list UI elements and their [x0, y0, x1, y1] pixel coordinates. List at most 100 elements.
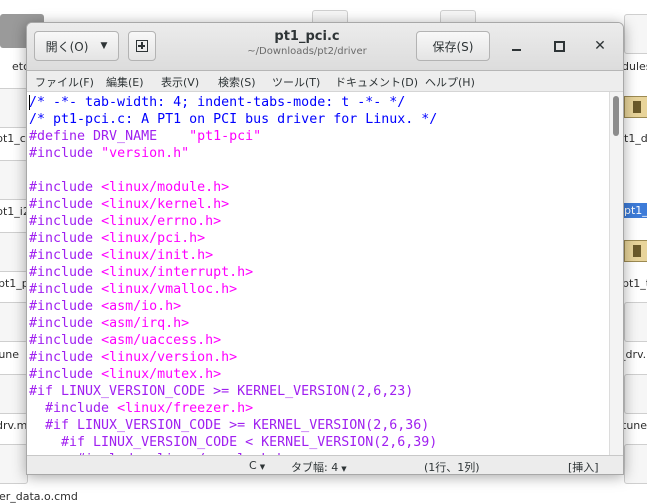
code-line[interactable]: #include <linux/mutex.h>: [29, 366, 221, 383]
maximize-icon: [553, 40, 565, 52]
cursor-position: (1行、1列): [424, 461, 480, 474]
file-label: ner_data.o.cmd: [0, 490, 78, 503]
code-token: <linux/version.h>: [101, 350, 238, 365]
code-line[interactable]: #include <linux/kernel.h>: [29, 196, 229, 213]
code-token: <linux/pci.h>: [101, 231, 206, 246]
language-selector[interactable]: C ▼: [249, 459, 265, 472]
code-token: #include: [29, 282, 102, 297]
code-line[interactable]: #if LINUX_VERSION_CODE < KERNEL_VERSION(…: [29, 434, 437, 451]
code-token: #include: [29, 350, 102, 365]
selected-file-label[interactable]: pt1_p: [620, 203, 647, 218]
code-token: <linux/vmalloc.h>: [101, 282, 238, 297]
file-label: pt1_p: [0, 277, 29, 290]
new-document-icon: [136, 40, 148, 52]
open-button[interactable]: 開く(O) ▼: [34, 31, 119, 61]
language-label: C: [249, 459, 257, 472]
file-icon[interactable]: [624, 374, 647, 414]
code-line[interactable]: #include <linux/freezer.h>: [29, 400, 253, 417]
code-token: <linux/freezer.h>: [117, 401, 254, 416]
menu-search[interactable]: 検索(S): [218, 74, 256, 90]
code-line[interactable]: /* -*- tab-width: 4; indent-tabs-mode: t…: [29, 94, 405, 111]
file-icon[interactable]: [0, 160, 28, 200]
menu-help[interactable]: ヘルプ(H): [425, 74, 475, 90]
code-token: <linux/module.h>: [101, 180, 230, 195]
file-label: dules: [622, 60, 647, 73]
code-token: /* pt1-pci.c: A PT1 on PCI bus driver fo…: [29, 112, 438, 127]
save-button[interactable]: 保存(S): [416, 31, 490, 61]
code-token: #include: [29, 333, 102, 348]
code-token: #include: [29, 401, 118, 416]
file-label: tune: [0, 348, 20, 361]
code-token: <asm/irq.h>: [101, 316, 190, 331]
code-token: #define DRV_NAME: [29, 129, 190, 144]
text-editor-area[interactable]: /* -*- tab-width: 4; indent-tabs-mode: t…: [27, 92, 609, 455]
code-token: <linux/mutex.h>: [101, 367, 222, 382]
chevron-down-icon: ▼: [259, 463, 266, 471]
file-label: tune: [622, 419, 647, 432]
code-line[interactable]: #include <asm/io.h>: [29, 298, 181, 315]
chevron-down-icon: ▼: [100, 41, 108, 51]
file-icon[interactable]: [0, 444, 28, 484]
code-line[interactable]: #if LINUX_VERSION_CODE >= KERNEL_VERSION…: [29, 383, 413, 400]
code-line[interactable]: #include <linux/module.h>: [29, 179, 229, 196]
code-line[interactable]: #include <linux/version.h>: [29, 349, 237, 366]
code-token: #include: [29, 265, 102, 280]
code-line[interactable]: #include <linux/init.h>: [29, 247, 213, 264]
window-title: pt1_pci.c: [274, 29, 340, 44]
minimize-button[interactable]: [505, 35, 527, 57]
code-token: "pt1-pci": [189, 129, 262, 144]
file-label: _drv.l: [620, 348, 647, 361]
code-token: #include: [29, 214, 102, 229]
save-button-label: 保存(S): [432, 39, 474, 54]
code-token: <asm/io.h>: [101, 299, 182, 314]
file-icon[interactable]: [624, 302, 647, 342]
menu-view[interactable]: 表示(V): [161, 74, 199, 90]
code-token: <linux/interrupt.h>: [101, 265, 254, 280]
tab-width-selector[interactable]: タブ幅: 4 ▼: [291, 459, 347, 474]
file-label: pt1_tu: [622, 277, 647, 290]
file-label: drv.m: [0, 419, 28, 432]
code-line[interactable]: #include <linux/errno.h>: [29, 213, 221, 230]
file-label: t1_d: [624, 132, 647, 145]
code-line[interactable]: #include <asm/uaccess.h>: [29, 332, 221, 349]
code-line[interactable]: #include <asm/irq.h>: [29, 315, 189, 332]
code-line[interactable]: /* pt1-pci.c: A PT1 on PCI bus driver fo…: [29, 111, 437, 128]
menu-tools[interactable]: ツール(T): [272, 74, 320, 90]
code-token: #include: [29, 146, 102, 161]
new-tab-button[interactable]: [128, 31, 156, 61]
file-icon[interactable]: [0, 232, 28, 272]
code-token: #if LINUX_VERSION_CODE >= KERNEL_VERSION…: [29, 418, 430, 433]
code-line[interactable]: #include <linux/pci.h>: [29, 230, 205, 247]
code-token: <linux/kernel.h>: [101, 197, 230, 212]
image-thumbnail-icon[interactable]: [624, 240, 647, 262]
code-line[interactable]: #include <linux/interrupt.h>: [29, 264, 253, 281]
insert-mode-indicator: [挿入]: [568, 461, 599, 474]
code-token: #include: [29, 231, 102, 246]
code-token: #include: [29, 316, 102, 331]
file-icon[interactable]: [0, 374, 28, 414]
code-token: <linux/init.h>: [101, 248, 214, 263]
file-icon[interactable]: [624, 14, 647, 54]
code-line[interactable]: #define DRV_NAME "pt1-pci": [29, 128, 261, 145]
window-subtitle: ~/Downloads/pt2/driver: [247, 46, 367, 57]
code-line[interactable]: #include <linux/vmalloc.h>: [29, 281, 237, 298]
editor-window: 開く(O) ▼ pt1_pci.c ~/Downloads/pt2/driver…: [26, 22, 624, 475]
menu-edit[interactable]: 編集(E): [106, 74, 144, 90]
image-thumbnail-icon[interactable]: [624, 96, 647, 118]
code-token: #include: [29, 299, 102, 314]
status-bar: C ▼ タブ幅: 4 ▼ (1行、1列) [挿入]: [27, 455, 623, 474]
file-icon[interactable]: [0, 88, 28, 128]
maximize-button[interactable]: [548, 35, 570, 57]
code-line[interactable]: #include "version.h": [29, 145, 189, 162]
menu-documents[interactable]: ドキュメント(D): [335, 74, 418, 90]
code-token: /* -*- tab-width: 4; indent-tabs-mode: t…: [29, 95, 406, 110]
scrollbar-thumb[interactable]: [613, 96, 619, 136]
close-button[interactable]: ✕: [589, 35, 611, 57]
open-button-label: 開く(O): [45, 39, 89, 54]
menu-file[interactable]: ファイル(F): [35, 74, 94, 90]
file-icon[interactable]: [624, 444, 647, 484]
vertical-scrollbar[interactable]: [609, 92, 623, 455]
code-line[interactable]: #if LINUX_VERSION_CODE >= KERNEL_VERSION…: [29, 417, 429, 434]
file-icon[interactable]: [0, 302, 28, 342]
menu-bar: ファイル(F) 編集(E) 表示(V) 検索(S) ツール(T) ドキュメント(…: [27, 71, 623, 92]
